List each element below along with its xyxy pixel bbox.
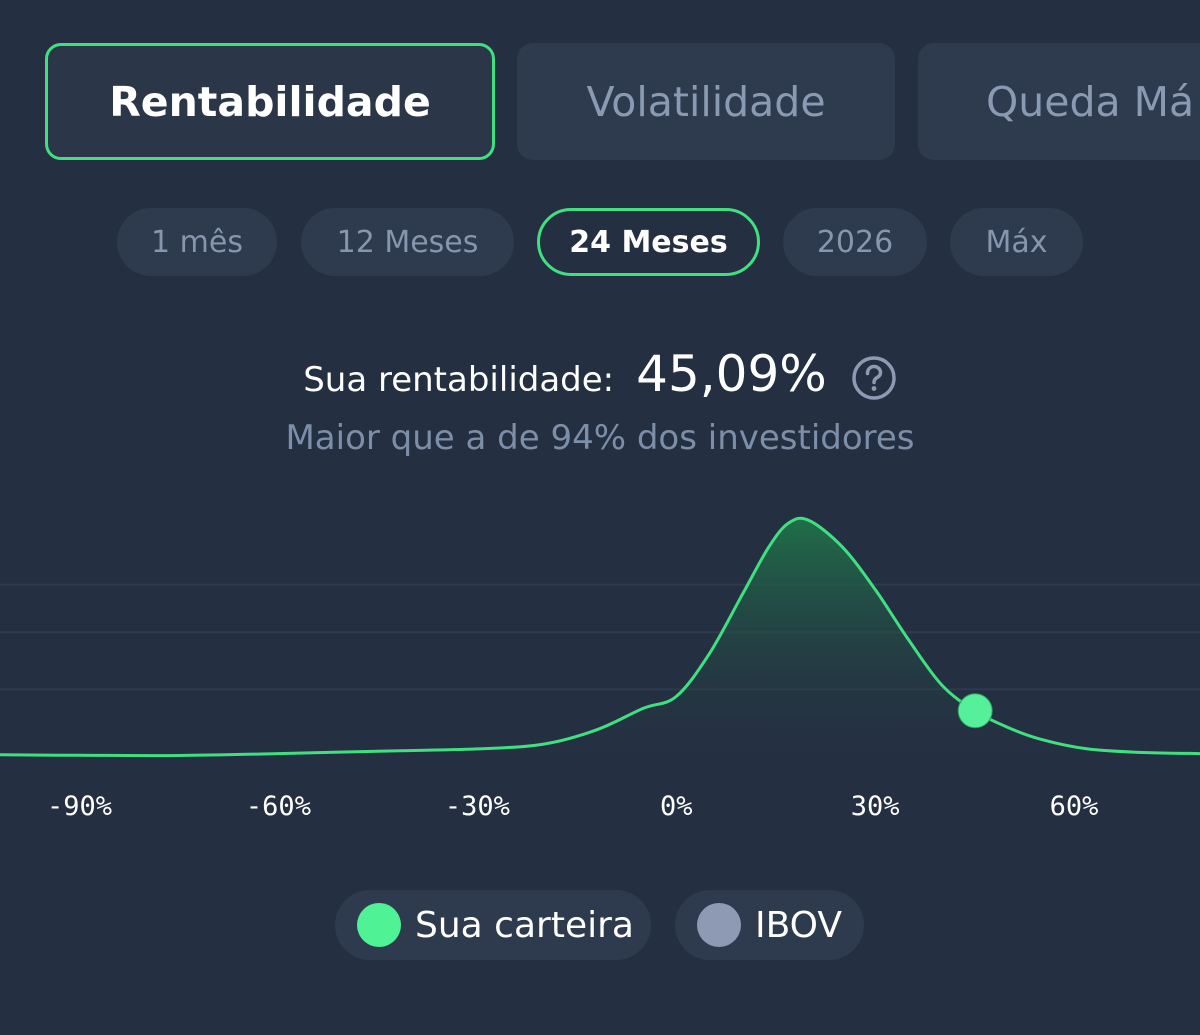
summary-comparison: Maior que a de 94% dos investidores <box>285 418 915 458</box>
legend-ibov[interactable]: IBOV <box>675 890 864 960</box>
portfolio-marker[interactable] <box>957 693 993 729</box>
tab-queda-maxima-label: Queda Má <box>986 77 1195 126</box>
period-max[interactable]: Máx <box>950 208 1083 276</box>
tab-rentabilidade[interactable]: Rentabilidade <box>45 43 495 160</box>
tab-volatilidade[interactable]: Volatilidade <box>517 43 895 160</box>
summary-label: Sua rentabilidade: <box>303 360 615 400</box>
x-tick-label: -30% <box>445 791 510 822</box>
tab-queda-maxima[interactable]: Queda Má <box>918 43 1200 160</box>
legend-ibov-label: IBOV <box>755 904 843 946</box>
question-circle-icon[interactable] <box>851 355 897 401</box>
period-12-meses-label: 12 Meses <box>336 224 479 260</box>
period-max-label: Máx <box>985 224 1048 260</box>
period-1-mes-label: 1 mês <box>151 224 243 260</box>
distribution-line <box>0 516 1200 758</box>
x-tick-label: 0% <box>660 791 693 822</box>
tab-volatilidade-label: Volatilidade <box>586 77 826 126</box>
summary-line: Sua rentabilidade: 45,09% <box>0 345 1200 403</box>
period-24-meses[interactable]: 24 Meses <box>537 208 760 276</box>
x-tick-label: 30% <box>851 791 900 822</box>
period-24-meses-label: 24 Meses <box>569 224 728 260</box>
period-2026[interactable]: 2026 <box>783 208 927 276</box>
green-dot-icon <box>357 903 401 947</box>
tab-rentabilidade-label: Rentabilidade <box>109 77 431 126</box>
distribution-chart: -90% -60% -30% 0% 30% 60% <box>0 516 1200 822</box>
period-12-meses[interactable]: 12 Meses <box>301 208 514 276</box>
period-1-mes[interactable]: 1 mês <box>117 208 277 276</box>
distribution-area <box>0 518 1200 756</box>
legend-sua-carteira[interactable]: Sua carteira <box>335 890 651 960</box>
summary-value: 45,09% <box>636 345 827 403</box>
legend-sua-carteira-label: Sua carteira <box>415 904 634 946</box>
x-tick-label: -90% <box>47 791 112 822</box>
gray-dot-icon <box>697 903 741 947</box>
x-tick-label: 60% <box>1050 791 1099 822</box>
x-tick-label: -60% <box>246 791 311 822</box>
period-2026-label: 2026 <box>816 224 894 260</box>
